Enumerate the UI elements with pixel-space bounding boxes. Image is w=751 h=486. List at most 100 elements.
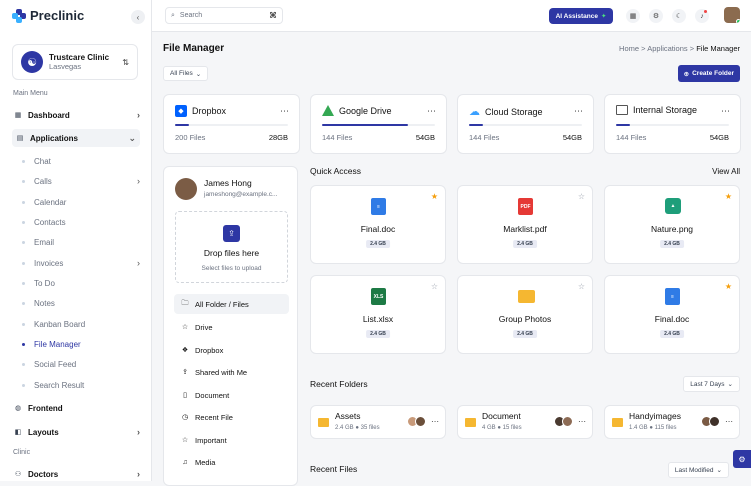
quick-file-card[interactable]: ☆ Group Photos 2.4 GB [457, 275, 593, 354]
chevron-down-icon: ⌄ [727, 381, 733, 388]
quick-file-card[interactable]: ★ ≡ Final.doc 2.4 GB [604, 275, 740, 354]
moon-icon[interactable]: ☾ [672, 9, 686, 23]
create-folder-button[interactable]: ⊕ Create Folder [677, 65, 740, 82]
sidebar-subitem-kanban[interactable]: Kanban Board [22, 316, 140, 332]
google-drive-icon [322, 105, 334, 116]
nav-media[interactable]: ♫ Media [174, 452, 289, 472]
breadcrumb-home[interactable]: Home [619, 44, 639, 53]
file-size-badge: 2.4 GB [513, 240, 537, 248]
storage-card-internal-storage[interactable]: Internal Storage ⋯ 144 Files 54GB [604, 94, 741, 154]
quick-file-card[interactable]: ☆ XLS List.xlsx 2.4 GB [310, 275, 446, 354]
theme-settings-button[interactable]: ⚙ [733, 450, 751, 468]
nav-recent-file[interactable]: ◷ Recent File [174, 407, 289, 427]
pdf-file-icon: PDF [518, 198, 533, 215]
nav-dropbox[interactable]: ❖ Dropbox [174, 340, 289, 360]
folder-icon [518, 290, 535, 303]
user-avatar[interactable] [724, 7, 740, 23]
nav-document[interactable]: ▯ Document [174, 385, 289, 405]
ai-assistance-button[interactable]: AI Assistance ✦ [549, 8, 613, 24]
more-icon[interactable]: ⋯ [578, 417, 586, 426]
storage-card-dropbox[interactable]: ◆ Dropbox ⋯ 200 Files 28GB [163, 94, 300, 154]
chevron-left-icon: ‹ [136, 12, 140, 22]
folder-icon: 🗀 [181, 299, 189, 307]
chevron-right-icon: › [137, 469, 140, 479]
sidebar-subitem-label: Kanban Board [34, 319, 86, 329]
recent-files-filter[interactable]: Last Modified ⌄ [667, 462, 729, 478]
recent-folders-filter[interactable]: Last 7 Days ⌄ [683, 376, 740, 392]
sidebar-subitem-email[interactable]: Email [22, 234, 140, 250]
view-all-link[interactable]: View All [712, 167, 740, 176]
star-icon[interactable]: ☆ [431, 282, 438, 291]
file-nav-panel: James Hong jameshong@example.c... ⇪ Drop… [163, 166, 298, 486]
more-icon[interactable]: ⋯ [280, 106, 289, 117]
more-icon[interactable]: ⋯ [725, 417, 733, 426]
bell-icon[interactable]: ♪ [695, 9, 709, 23]
sidebar-subitem-label: Calendar [34, 197, 67, 207]
more-icon[interactable]: ⋯ [431, 417, 439, 426]
sidebar-item-applications[interactable]: ▤ Applications ⌄ [12, 129, 140, 147]
sidebar-item-dashboard[interactable]: ▦ Dashboard › [14, 106, 140, 124]
clinic-switcher[interactable]: ☯ Trustcare Clinic Lasvegas ⇅ [12, 44, 138, 80]
more-icon[interactable]: ⋯ [427, 106, 436, 117]
quick-file-card[interactable]: ☆ PDF Marklist.pdf 2.4 GB [457, 185, 593, 264]
notification-dot [704, 10, 707, 13]
brand-name: Preclinic [30, 8, 85, 23]
xls-file-icon: XLS [371, 288, 386, 305]
collapse-sidebar-button[interactable]: ‹ [131, 10, 145, 24]
recent-folder-card[interactable]: Document 4 GB ● 15 files ⋯ [457, 405, 593, 439]
star-icon[interactable]: ★ [725, 282, 732, 291]
storage-card-google-drive[interactable]: Google Drive ⋯ 144 Files 54GB [310, 94, 447, 154]
nav-drive[interactable]: ☆ Drive [174, 317, 289, 337]
chevron-right-icon: › [137, 258, 140, 268]
sparkle-icon: ✦ [600, 13, 607, 20]
recent-folder-card[interactable]: Assets 2.4 GB ● 35 files ⋯ [310, 405, 446, 439]
sidebar-subitem-file-manager[interactable]: File Manager [22, 336, 140, 352]
file-dropzone[interactable]: ⇪ Drop files here Select files to upload [175, 211, 288, 283]
settings-icon[interactable]: ⚙ [649, 9, 663, 23]
chevron-right-icon: › [137, 427, 140, 437]
quick-file-card[interactable]: ★ ▲ Nature.png 2.4 GB [604, 185, 740, 264]
sidebar-item-doctors[interactable]: ⚇ Doctors › [14, 465, 140, 483]
recent-folder-card[interactable]: Handyimages 1.4 GB ● 115 files ⋯ [604, 405, 740, 439]
sidebar-subitem-social-feed[interactable]: Social Feed [22, 356, 140, 372]
sidebar-subitem-invoices[interactable]: Invoices › [22, 255, 140, 271]
storage-files: 144 Files [469, 133, 500, 142]
sidebar-subitem-calendar[interactable]: Calendar [22, 194, 140, 210]
sidebar-subitem-contacts[interactable]: Contacts [22, 214, 140, 230]
search-input[interactable]: ⌕ Search ⌘ [165, 7, 283, 24]
star-icon[interactable]: ★ [431, 192, 438, 201]
star-icon[interactable]: ★ [725, 192, 732, 201]
more-icon[interactable]: ⋯ [721, 106, 730, 117]
dropzone-title: Drop files here [203, 248, 260, 258]
sidebar-subitem-calls[interactable]: Calls › [22, 173, 140, 189]
star-icon[interactable]: ☆ [578, 282, 585, 291]
sidebar-item-frontend[interactable]: ◍ Frontend [14, 399, 140, 417]
folder-name: Document [482, 411, 521, 421]
all-files-dropdown[interactable]: All Files ⌄ [163, 66, 209, 81]
bullet-icon [22, 200, 25, 204]
sidebar-item-label: Applications [30, 133, 79, 143]
more-icon[interactable]: ⋯ [574, 106, 583, 117]
profile-avatar [175, 178, 197, 200]
storage-card-cloud-storage[interactable]: ☁ Cloud Storage ⋯ 144 Files 54GB [457, 94, 594, 154]
nav-all-folders[interactable]: 🗀 All Folder / Files [174, 294, 289, 314]
calendar-icon[interactable]: ▦ [626, 9, 640, 23]
nav-shared-with-me[interactable]: ⇪ Shared with Me [174, 362, 289, 382]
star-icon[interactable]: ☆ [578, 192, 585, 201]
storage-size: 54GB [709, 133, 729, 142]
chevron-down-icon: ⌄ [128, 132, 136, 143]
brand-logo[interactable]: Preclinic [12, 8, 84, 23]
chevron-right-icon: › [137, 110, 140, 120]
sidebar-subitem-notes[interactable]: Notes [22, 295, 140, 311]
command-key-icon: ⌘ [269, 11, 277, 20]
sidebar-item-layouts[interactable]: ◧ Layouts › [14, 423, 140, 441]
storage-size: 28GB [268, 133, 288, 142]
sidebar-subitem-todo[interactable]: To Do [22, 275, 140, 291]
file-name: Nature.png [650, 224, 694, 234]
quick-file-card[interactable]: ★ ≡ Final.doc 2.4 GB [310, 185, 446, 264]
sidebar-subitem-chat[interactable]: Chat [22, 153, 140, 169]
nav-important[interactable]: ☆ Important [174, 430, 289, 450]
sidebar-subitem-search-result[interactable]: Search Result [22, 377, 140, 393]
clinic-logo-icon: ☯ [21, 51, 43, 73]
breadcrumb-applications[interactable]: Applications [647, 44, 687, 53]
